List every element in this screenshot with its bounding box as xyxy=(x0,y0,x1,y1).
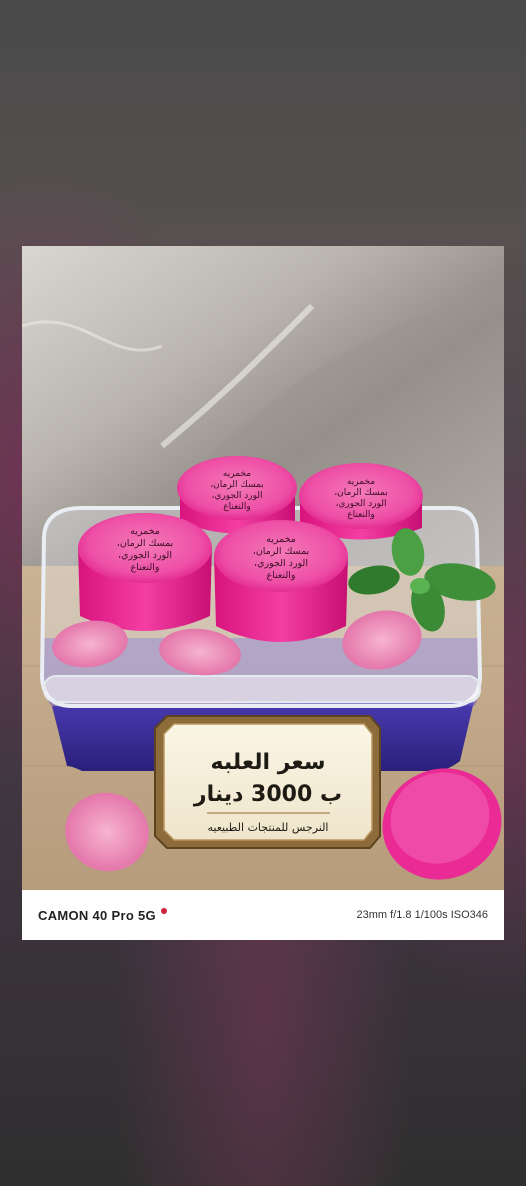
jar-label-line: الورد الجوري، xyxy=(254,558,308,569)
camera-model: CAMON 40 Pro 5G xyxy=(38,908,167,923)
camera-model-text: CAMON 40 Pro 5G xyxy=(38,907,156,923)
jar-label-line: الورد الجوري، xyxy=(118,550,172,561)
photo-card: مخمريه بمسك الرمان، الورد الجوري، والنعن… xyxy=(22,246,504,940)
jar-label-line: الورد الجوري، xyxy=(211,491,262,501)
jar-label-line: والنعناع xyxy=(347,510,374,520)
jar-label-line: والنعناع xyxy=(223,502,250,512)
price-sign-brand: النرجس للمنتجات الطبيعيه xyxy=(207,821,328,834)
camera-watermark-bar: CAMON 40 Pro 5G 23mm f/1.8 1/100s ISO346 xyxy=(22,890,504,940)
jar-label-line: مخمريه xyxy=(347,477,375,487)
jar-label-line: بمسك الرمان، xyxy=(117,538,173,549)
jar-label-line: والنعناع xyxy=(266,570,295,581)
price-plaque: سعر العلبه ب 3000 دينار النرجس للمنتجات … xyxy=(154,715,381,849)
jar-label-line: والنعناع xyxy=(130,562,159,573)
jar-label-line: مخمريه xyxy=(266,534,296,545)
price-sign-title: سعر العلبه xyxy=(211,750,326,775)
jar-label-line: مخمريه xyxy=(223,469,251,479)
red-dot-icon xyxy=(160,908,167,914)
price-sign-amount: ب 3000 دينار xyxy=(193,782,342,807)
jar-front-right: مخمريه بمسك الرمان، الورد الجوري، والنعن… xyxy=(214,520,348,642)
jar-label-line: الورد الجوري، xyxy=(335,499,386,509)
jar-front-left: مخمريه بمسك الرمان، الورد الجوري، والنعن… xyxy=(78,513,212,631)
jar-label-line: بمسك الرمان، xyxy=(210,480,263,490)
jar-label-line: مخمريه xyxy=(130,526,160,537)
jar-label-line: بمسك الرمان، xyxy=(253,546,309,557)
product-photo: مخمريه بمسك الرمان، الورد الجوري، والنعن… xyxy=(22,246,504,890)
jar-label-line: بمسك الرمان، xyxy=(334,488,387,498)
camera-settings: 23mm f/1.8 1/100s ISO346 xyxy=(356,909,488,921)
